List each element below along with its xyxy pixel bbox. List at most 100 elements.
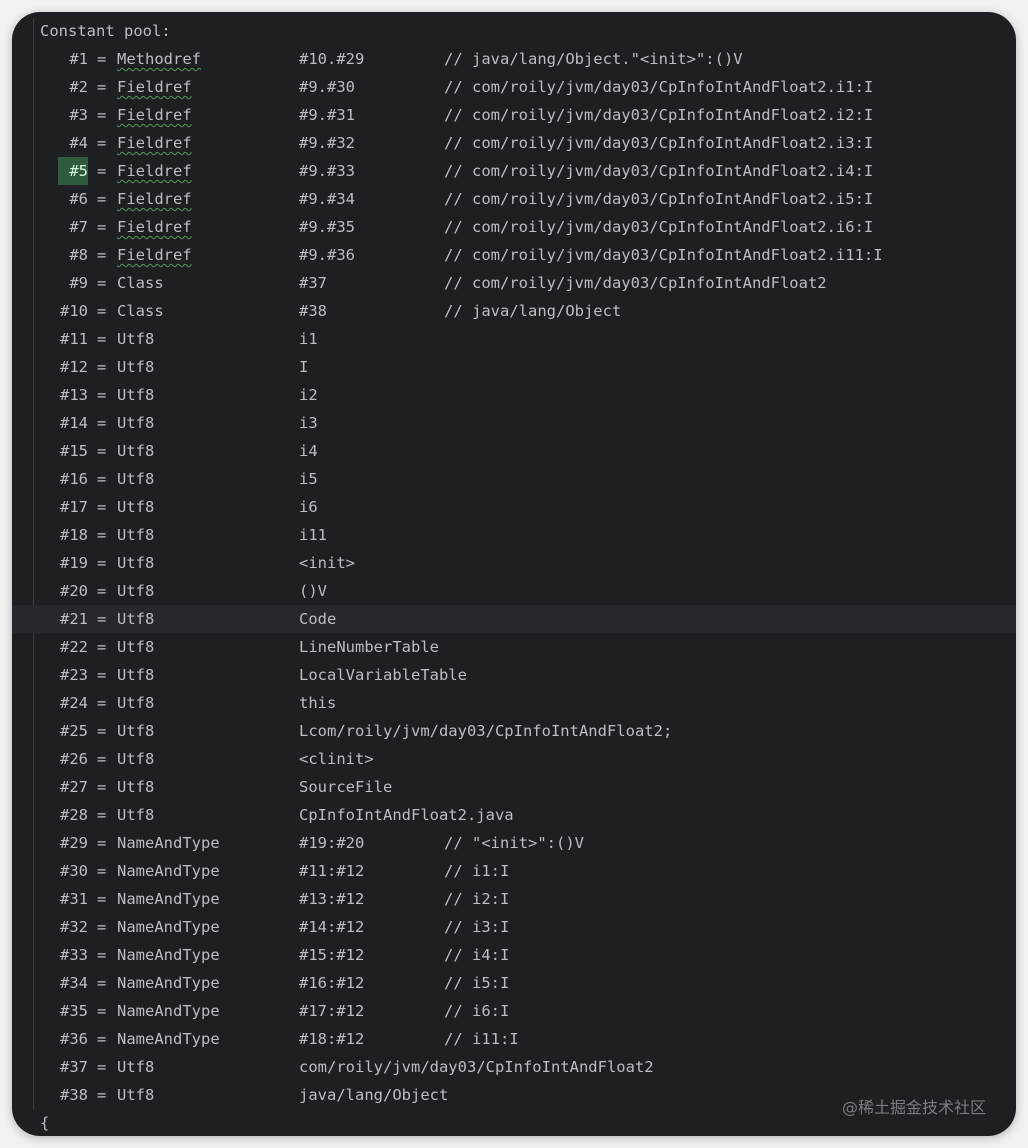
constant-pool-entry[interactable]: #1 = Methodref #10.#29 // java/lang/Object."… (12, 45, 1016, 73)
entry-value: #37 (299, 274, 327, 292)
entry-value: i2 (299, 386, 318, 404)
entry-type: Utf8 (117, 722, 155, 740)
entry-index: #38 (60, 1086, 88, 1104)
entry-type: Methodref (117, 50, 201, 68)
entry-value: i5 (299, 470, 318, 488)
equals-sign: = (97, 330, 107, 348)
entry-index: #3 (69, 106, 88, 124)
constant-pool-entry[interactable]: #18 = Utf8 i11 (12, 521, 1016, 549)
entry-type: NameAndType (117, 974, 220, 992)
constant-pool-entry[interactable]: #21 = Utf8 Code (12, 605, 1016, 633)
constant-pool-entry[interactable]: #10 = Class #38 // java/lang/Object (12, 297, 1016, 325)
entry-comment: // java/lang/Object (444, 302, 622, 320)
constant-pool-entry[interactable]: #16 = Utf8 i5 (12, 465, 1016, 493)
entry-type: Fieldref (117, 162, 192, 180)
entry-value: i6 (299, 498, 318, 516)
constant-pool-entry[interactable]: #22 = Utf8 LineNumberTable (12, 633, 1016, 661)
entry-value: #9.#36 (299, 246, 355, 264)
entry-type: NameAndType (117, 918, 220, 936)
equals-sign: = (97, 526, 107, 544)
constant-pool-entry[interactable]: #8 = Fieldref #9.#36 // com/roily/jvm/day03/… (12, 241, 1016, 269)
constant-pool-entry[interactable]: #19 = Utf8 <init> (12, 549, 1016, 577)
entry-index: #32 (60, 918, 88, 936)
entry-index: #35 (60, 1002, 88, 1020)
entry-index: #11 (60, 330, 88, 348)
entry-value: i4 (299, 442, 318, 460)
equals-sign: = (97, 134, 107, 152)
constant-pool-entry[interactable]: #2 = Fieldref #9.#30 // com/roily/jvm/day03/… (12, 73, 1016, 101)
entry-index: #28 (60, 806, 88, 824)
constant-pool-entry[interactable]: #32 = NameAndType #14:#12 // i3:I (12, 913, 1016, 941)
constant-pool-entry[interactable]: #13 = Utf8 i2 (12, 381, 1016, 409)
entry-index: #5 (58, 157, 88, 185)
constant-pool-entry[interactable]: #4 = Fieldref #9.#32 // com/roily/jvm/day03/… (12, 129, 1016, 157)
entry-value: Code (299, 610, 337, 628)
constant-pool-entry[interactable]: #5 = Fieldref #9.#33 // com/roily/jvm/day03/… (12, 157, 1016, 185)
constant-pool-entry[interactable]: #20 = Utf8 ()V (12, 577, 1016, 605)
constant-pool-entry[interactable]: #23 = Utf8 LocalVariableTable (12, 661, 1016, 689)
equals-sign: = (97, 470, 107, 488)
code-line-header[interactable]: Constant pool: (12, 17, 1016, 45)
entry-comment: // com/roily/jvm/day03/CpInfoIntAndFloat… (444, 190, 874, 208)
constant-pool-entry[interactable]: #37 = Utf8 com/roily/jvm/day03/CpInfoIntAnd… (12, 1053, 1016, 1081)
equals-sign: = (97, 498, 107, 516)
constant-pool-entry[interactable]: #6 = Fieldref #9.#34 // com/roily/jvm/day03/… (12, 185, 1016, 213)
equals-sign: = (97, 638, 107, 656)
constant-pool-entry[interactable]: #3 = Fieldref #9.#31 // com/roily/jvm/day03/… (12, 101, 1016, 129)
constant-pool-entry[interactable]: #28 = Utf8 CpInfoIntAndFloat2.java (12, 801, 1016, 829)
constant-pool-entry[interactable]: #17 = Utf8 i6 (12, 493, 1016, 521)
equals-sign: = (97, 274, 107, 292)
entry-value: #9.#34 (299, 190, 355, 208)
equals-sign: = (97, 806, 107, 824)
entry-comment: // "<init>":()V (444, 834, 584, 852)
entry-value: ()V (299, 582, 327, 600)
entry-index: #25 (60, 722, 88, 740)
constant-pool-entry[interactable]: #11 = Utf8 i1 (12, 325, 1016, 353)
entry-type: Utf8 (117, 750, 155, 768)
entry-value: #9.#32 (299, 134, 355, 152)
entry-type: Utf8 (117, 330, 155, 348)
entry-comment: // com/roily/jvm/day03/CpInfoIntAndFloat… (444, 246, 883, 264)
code-area[interactable]: Constant pool: #1 = Methodref #10.#29 // jav… (12, 17, 1016, 1136)
entry-type: Fieldref (117, 134, 192, 152)
constant-pool-entry[interactable]: #27 = Utf8 SourceFile (12, 773, 1016, 801)
constant-pool-entry[interactable]: #33 = NameAndType #15:#12 // i4:I (12, 941, 1016, 969)
entry-type: Utf8 (117, 638, 155, 656)
entry-type: Fieldref (117, 246, 192, 264)
equals-sign: = (97, 1002, 107, 1020)
entry-index: #1 (69, 50, 88, 68)
constant-pool-entry[interactable]: #9 = Class #37 // com/roily/jvm/day03/CpInfo… (12, 269, 1016, 297)
equals-sign: = (97, 106, 107, 124)
entry-value: i3 (299, 414, 318, 432)
constant-pool-entry[interactable]: #36 = NameAndType #18:#12 // i11:I (12, 1025, 1016, 1053)
constant-pool-entry[interactable]: #12 = Utf8 I (12, 353, 1016, 381)
equals-sign: = (97, 694, 107, 712)
entry-type: Utf8 (117, 414, 155, 432)
entry-type: Class (117, 302, 164, 320)
entry-comment: // i1:I (444, 862, 510, 880)
constant-pool-entry[interactable]: #15 = Utf8 i4 (12, 437, 1016, 465)
entry-type: NameAndType (117, 1002, 220, 1020)
entry-index: #24 (60, 694, 88, 712)
entry-type: NameAndType (117, 890, 220, 908)
entry-type: Utf8 (117, 1086, 155, 1104)
entry-index: #4 (69, 134, 88, 152)
constant-pool-entry[interactable]: #26 = Utf8 <clinit> (12, 745, 1016, 773)
entry-value: #17:#12 (299, 1002, 365, 1020)
constant-pool-entry[interactable]: #24 = Utf8 this (12, 689, 1016, 717)
constant-pool-entry[interactable]: #7 = Fieldref #9.#35 // com/roily/jvm/day03/… (12, 213, 1016, 241)
constant-pool-entry[interactable]: #34 = NameAndType #16:#12 // i5:I (12, 969, 1016, 997)
entry-type: NameAndType (117, 946, 220, 964)
constant-pool-entry[interactable]: #35 = NameAndType #17:#12 // i6:I (12, 997, 1016, 1025)
entry-comment: // com/roily/jvm/day03/CpInfoIntAndFloat… (444, 78, 874, 96)
constant-pool-entry[interactable]: #14 = Utf8 i3 (12, 409, 1016, 437)
entry-type: Utf8 (117, 554, 155, 572)
constant-pool-entry[interactable]: #25 = Utf8 Lcom/roily/jvm/day03/CpInfoIntAn… (12, 717, 1016, 745)
entry-value: SourceFile (299, 778, 393, 796)
constant-pool-entry[interactable]: #29 = NameAndType #19:#20 // "<init>":()V (12, 829, 1016, 857)
entry-index: #14 (60, 414, 88, 432)
constant-pool-entry[interactable]: #31 = NameAndType #13:#12 // i2:I (12, 885, 1016, 913)
constant-pool-entry[interactable]: #30 = NameAndType #11:#12 // i1:I (12, 857, 1016, 885)
entry-index: #20 (60, 582, 88, 600)
equals-sign: = (97, 890, 107, 908)
